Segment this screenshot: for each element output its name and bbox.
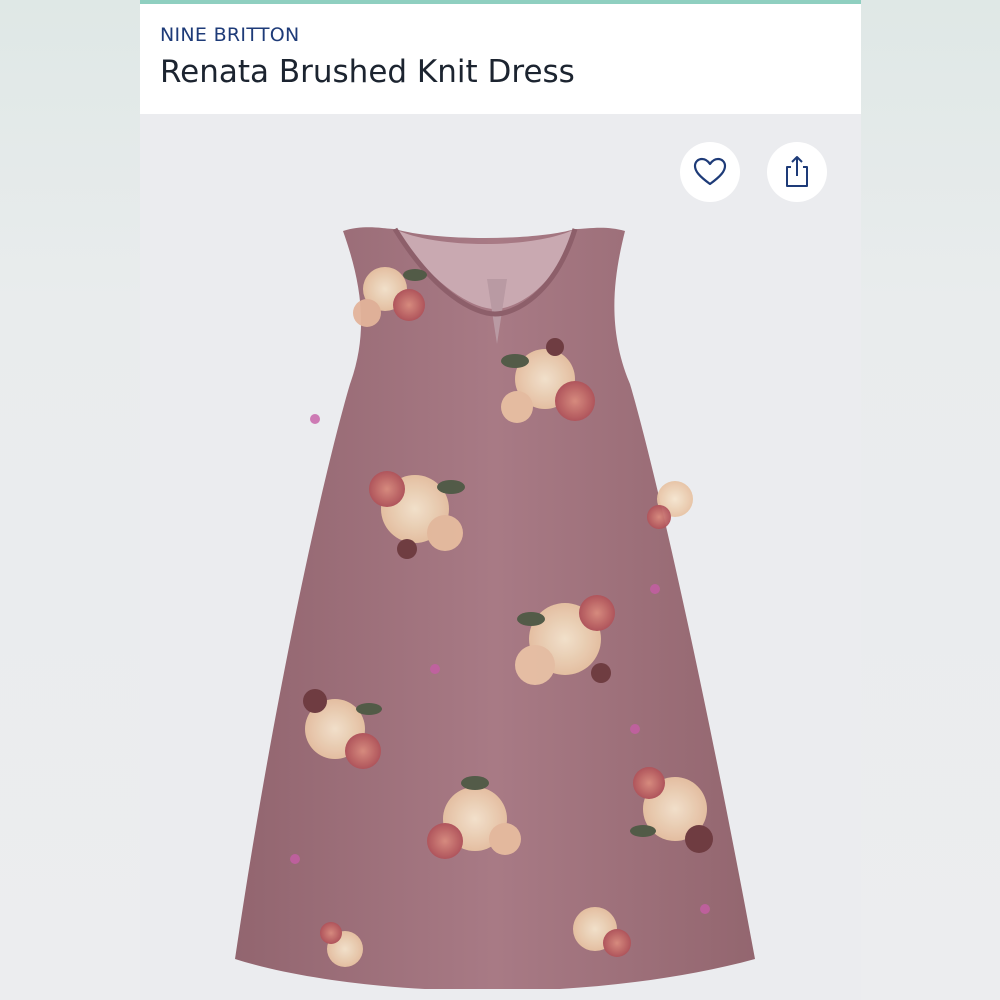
left-blur-panel <box>0 0 140 1000</box>
product-screen: NINE BRITTON Renata Brushed Knit Dress <box>140 0 861 1000</box>
right-blur-panel <box>860 0 1000 1000</box>
share-icon <box>786 156 808 187</box>
brand-name[interactable]: NINE BRITTON <box>160 24 300 46</box>
product-header: NINE BRITTON Renata Brushed Knit Dress <box>140 4 861 114</box>
product-image-area[interactable] <box>140 114 861 1000</box>
share-button[interactable] <box>767 142 827 202</box>
dress-photo <box>235 227 755 989</box>
product-title: Renata Brushed Knit Dress <box>160 54 575 90</box>
